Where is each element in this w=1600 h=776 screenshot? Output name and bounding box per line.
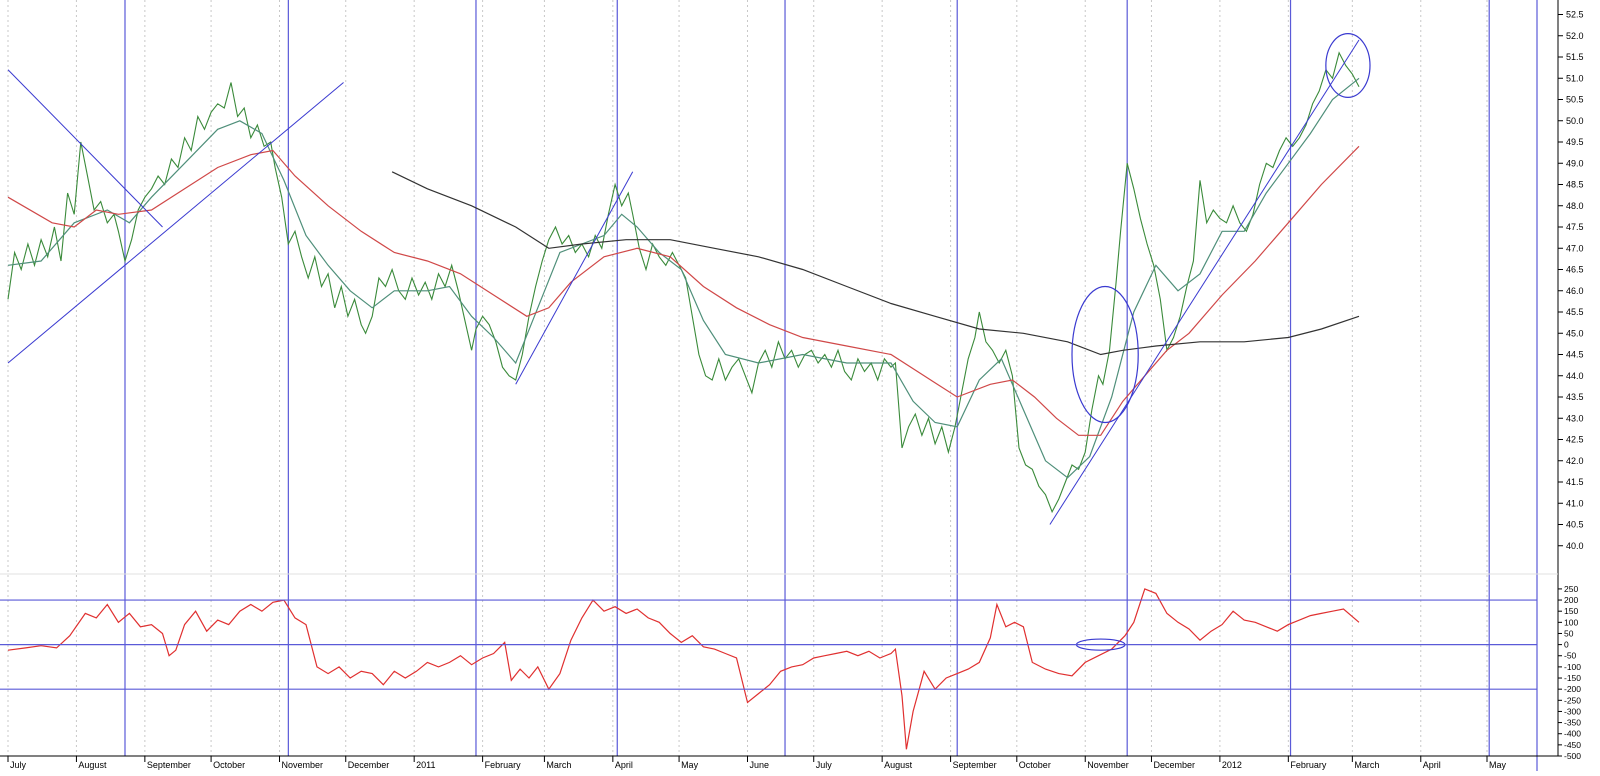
osc-tick-label: 100 (1564, 617, 1578, 627)
time-tick-label: September (953, 760, 997, 770)
time-tick-label: 2011 (416, 760, 435, 770)
time-tick-label: November (1087, 760, 1129, 770)
price-tick-label: 49.5 (1566, 137, 1584, 147)
osc-tick-label: -150 (1564, 673, 1581, 683)
osc-tick-label: -400 (1564, 729, 1581, 739)
osc-tick-label: -50 (1564, 651, 1577, 661)
price-tick-label: 51.5 (1566, 52, 1584, 62)
trendline-0 (7, 82, 344, 364)
trendline-2 (515, 171, 634, 385)
osc-tick-label: 50 (1564, 628, 1574, 638)
time-tick-label: February (1290, 760, 1327, 770)
osc-tick-label: 0 (1564, 640, 1569, 650)
price-tick-label: 44.0 (1566, 371, 1584, 381)
time-tick-label: April (615, 760, 633, 770)
osc-tick-label: 150 (1564, 606, 1578, 616)
time-tick-label: February (485, 760, 522, 770)
time-tick-label: December (348, 760, 390, 770)
trendline-3 (1049, 39, 1360, 525)
annotation-circle-0 (1071, 285, 1139, 424)
price-tick-label: 40.5 (1566, 520, 1584, 530)
time-tick-label: September (147, 760, 191, 770)
time-tick-label: March (1354, 760, 1379, 770)
price-tick-label: 50.0 (1566, 116, 1584, 126)
time-tick-label: August (884, 760, 913, 770)
time-tick-label: March (546, 760, 571, 770)
osc-tick-label: -200 (1564, 684, 1581, 694)
time-tick-label: June (750, 760, 770, 770)
trendline-1 (7, 69, 163, 228)
time-tick-label: May (1489, 760, 1507, 770)
time-tick-label: October (1019, 760, 1051, 770)
time-tick-label: August (78, 760, 107, 770)
osc-tick-label: -500 (1564, 751, 1581, 761)
osc-tick-label: -450 (1564, 740, 1581, 750)
osc-tick-label: -300 (1564, 706, 1581, 716)
time-tick-label: October (213, 760, 245, 770)
price-tick-label: 49.0 (1566, 158, 1584, 168)
time-tick-label: July (10, 760, 27, 770)
price-tick-label: 52.0 (1566, 31, 1584, 41)
price-tick-label: 43.5 (1566, 392, 1584, 402)
osc-tick-label: -350 (1564, 718, 1581, 728)
time-tick-label: December (1153, 760, 1195, 770)
osc-tick-label: 250 (1564, 584, 1578, 594)
price-tick-label: 51.0 (1566, 73, 1584, 83)
osc-tick-label: -100 (1564, 662, 1581, 672)
vertical-markers (124, 0, 1490, 756)
price-tick-label: 41.0 (1566, 498, 1584, 508)
price-chart: 52.5 52.0 51.5 51.0 50.5 50.0 49.5 49.0 48.5 48.0… (0, 0, 1600, 771)
oscillator-reference-lines (0, 599, 1537, 690)
price-tick-label: 44.5 (1566, 350, 1584, 360)
time-tick-label: 2012 (1222, 760, 1242, 770)
grid (7, 0, 1488, 756)
price-tick-label: 45.0 (1566, 328, 1584, 338)
price-tick-label: 47.5 (1566, 222, 1584, 232)
price-tick-label: 47.0 (1566, 243, 1584, 253)
price-tick-label: 43.0 (1566, 413, 1584, 423)
chart-canvas: 52.5 52.0 51.5 51.0 50.5 50.0 49.5 49.0 48.5 48.0… (0, 0, 1584, 771)
osc-tick-label: 200 (1564, 595, 1578, 605)
price-tick-label: 42.0 (1566, 456, 1584, 466)
price-tick-label: 48.0 (1566, 201, 1584, 211)
series-ma_long (391, 171, 1360, 356)
price-tick-label: 40.0 (1566, 541, 1584, 551)
time-tick-label: November (282, 760, 324, 770)
price-tick-label: 52.5 (1566, 10, 1584, 20)
price-tick-label: 50.5 (1566, 95, 1584, 105)
price-tick-label: 46.0 (1566, 286, 1584, 296)
price-tick-label: 46.5 (1566, 265, 1584, 275)
time-tick-label: May (681, 760, 699, 770)
price-tick-label: 42.5 (1566, 435, 1584, 445)
time-tick-label: July (816, 760, 833, 770)
osc-tick-label: -250 (1564, 695, 1581, 705)
time-tick-label: April (1423, 760, 1441, 770)
price-tick-label: 48.5 (1566, 180, 1584, 190)
price-tick-label: 45.5 (1566, 307, 1584, 317)
price-tick-label: 41.5 (1566, 477, 1584, 487)
